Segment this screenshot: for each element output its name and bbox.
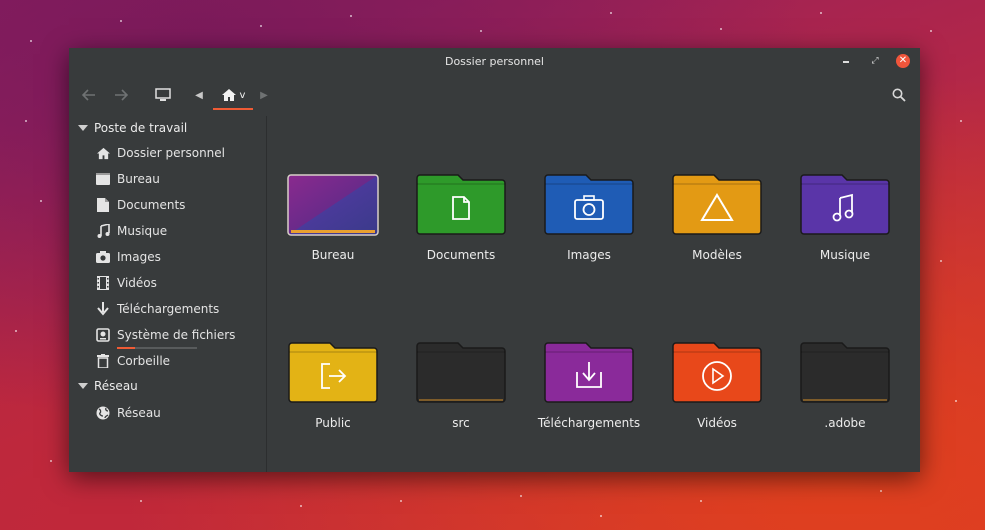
path-scroll-right-button[interactable]: ▶	[259, 84, 269, 106]
file-grid: Bureau Documents Images Modèles Musique Publi…	[267, 116, 920, 472]
section-poste-de-travail[interactable]: Poste de travail	[78, 118, 187, 138]
path-scroll-left-button[interactable]: ◀	[194, 84, 204, 106]
camera-icon	[95, 249, 111, 265]
folder-icon	[800, 342, 890, 403]
back-button[interactable]	[81, 84, 97, 106]
download-icon	[95, 301, 111, 317]
file-item[interactable]: Bureau	[269, 136, 397, 262]
file-item[interactable]: Vidéos	[653, 304, 781, 430]
monitor-icon	[155, 88, 171, 101]
sidebar-item-label: Réseau	[117, 406, 161, 420]
sidebar-item-label: Musique	[117, 224, 168, 238]
file-item[interactable]: src	[397, 304, 525, 430]
file-item[interactable]: Musique	[781, 136, 909, 262]
path-home-button[interactable]: v	[215, 84, 251, 106]
sidebar-item-label: Bureau	[117, 172, 160, 186]
templates-folder-icon	[672, 174, 762, 235]
file-item[interactable]: Public	[269, 304, 397, 430]
sidebar-item-musique[interactable]: Musique	[95, 220, 260, 242]
file-name: Vidéos	[697, 416, 737, 430]
sidebar-item-label: Téléchargements	[117, 302, 220, 316]
videos-folder-icon	[672, 342, 762, 403]
sidebar-item-corbeille[interactable]: Corbeille	[95, 350, 260, 372]
file-name: Modèles	[692, 248, 742, 262]
arrow-left-icon	[82, 89, 95, 101]
maximize-button[interactable]: ⤢	[868, 54, 882, 68]
home-icon	[221, 89, 236, 101]
music-icon	[95, 223, 111, 239]
file-name: src	[452, 416, 470, 430]
minimize-button[interactable]	[839, 54, 853, 68]
folder-icon	[416, 342, 506, 403]
globe-icon	[95, 405, 111, 421]
film-icon	[95, 275, 111, 291]
home-icon	[95, 145, 111, 161]
sidebar-item-images[interactable]: Images	[95, 246, 260, 268]
sidebar-item-documents[interactable]: Documents	[95, 194, 260, 216]
toolbar: ◀ v ▶	[69, 76, 920, 116]
sidebar-item-telechargements[interactable]: Téléchargements	[95, 298, 260, 320]
desktop-icon	[95, 171, 111, 187]
file-item[interactable]: .adobe	[781, 304, 909, 430]
forward-button[interactable]	[113, 84, 129, 106]
document-icon	[95, 197, 111, 213]
titlebar: Dossier personnel ⤢ ✕	[69, 48, 920, 76]
sidebar-item-label: Images	[117, 250, 161, 264]
sidebar-item-label: Documents	[117, 198, 186, 212]
disk-usage-fill	[117, 347, 135, 349]
public-folder-icon	[288, 342, 378, 403]
sidebar-item-reseau[interactable]: Réseau	[95, 402, 260, 424]
file-name: Bureau	[311, 248, 355, 262]
file-name: Images	[567, 248, 611, 262]
sidebar: Poste de travail Dossier personnel Burea…	[69, 116, 267, 472]
sidebar-item-dossier-personnel[interactable]: Dossier personnel	[95, 142, 260, 164]
file-manager-window: Dossier personnel ⤢ ✕ ◀ v ▶ Poste de tra…	[69, 48, 920, 472]
active-path-indicator	[213, 108, 253, 110]
close-button[interactable]: ✕	[896, 54, 910, 68]
sidebar-item-systeme-de-fichiers[interactable]: Système de fichiers	[95, 324, 260, 346]
search-icon	[892, 88, 906, 102]
sidebar-item-bureau[interactable]: Bureau	[95, 168, 260, 190]
trash-icon	[95, 353, 111, 369]
downloads-folder-icon	[544, 342, 634, 403]
images-folder-icon	[544, 174, 634, 235]
search-button[interactable]	[889, 84, 909, 106]
file-item[interactable]: Documents	[397, 136, 525, 262]
sidebar-item-label: Vidéos	[117, 276, 157, 290]
arrow-right-icon	[115, 89, 128, 101]
sidebar-item-label: Corbeille	[117, 354, 171, 368]
window-title: Dossier personnel	[444, 55, 544, 68]
expand-triangle-icon	[78, 383, 88, 389]
file-name: Musique	[819, 248, 871, 262]
drive-icon	[95, 327, 111, 343]
expand-triangle-icon	[78, 125, 88, 131]
computer-button[interactable]	[153, 84, 173, 106]
section-label: Poste de travail	[94, 121, 188, 135]
sidebar-item-label: Système de fichiers	[117, 328, 236, 342]
music-folder-icon	[800, 174, 890, 235]
sidebar-item-label: Dossier personnel	[117, 146, 226, 160]
section-reseau[interactable]: Réseau	[78, 376, 138, 396]
section-label: Réseau	[94, 379, 138, 393]
desktop-folder-icon	[287, 174, 379, 236]
file-name: Public	[315, 416, 351, 430]
documents-folder-icon	[416, 174, 506, 235]
file-name: Documents	[426, 248, 496, 262]
file-name: Téléchargements	[537, 416, 641, 430]
disk-usage-bar	[117, 347, 197, 349]
file-item[interactable]: Modèles	[653, 136, 781, 262]
path-dropdown-indicator: v	[239, 89, 246, 101]
file-item[interactable]: Images	[525, 136, 653, 262]
file-item[interactable]: Téléchargements	[525, 304, 653, 430]
file-name: .adobe	[824, 416, 866, 430]
sidebar-item-videos[interactable]: Vidéos	[95, 272, 260, 294]
